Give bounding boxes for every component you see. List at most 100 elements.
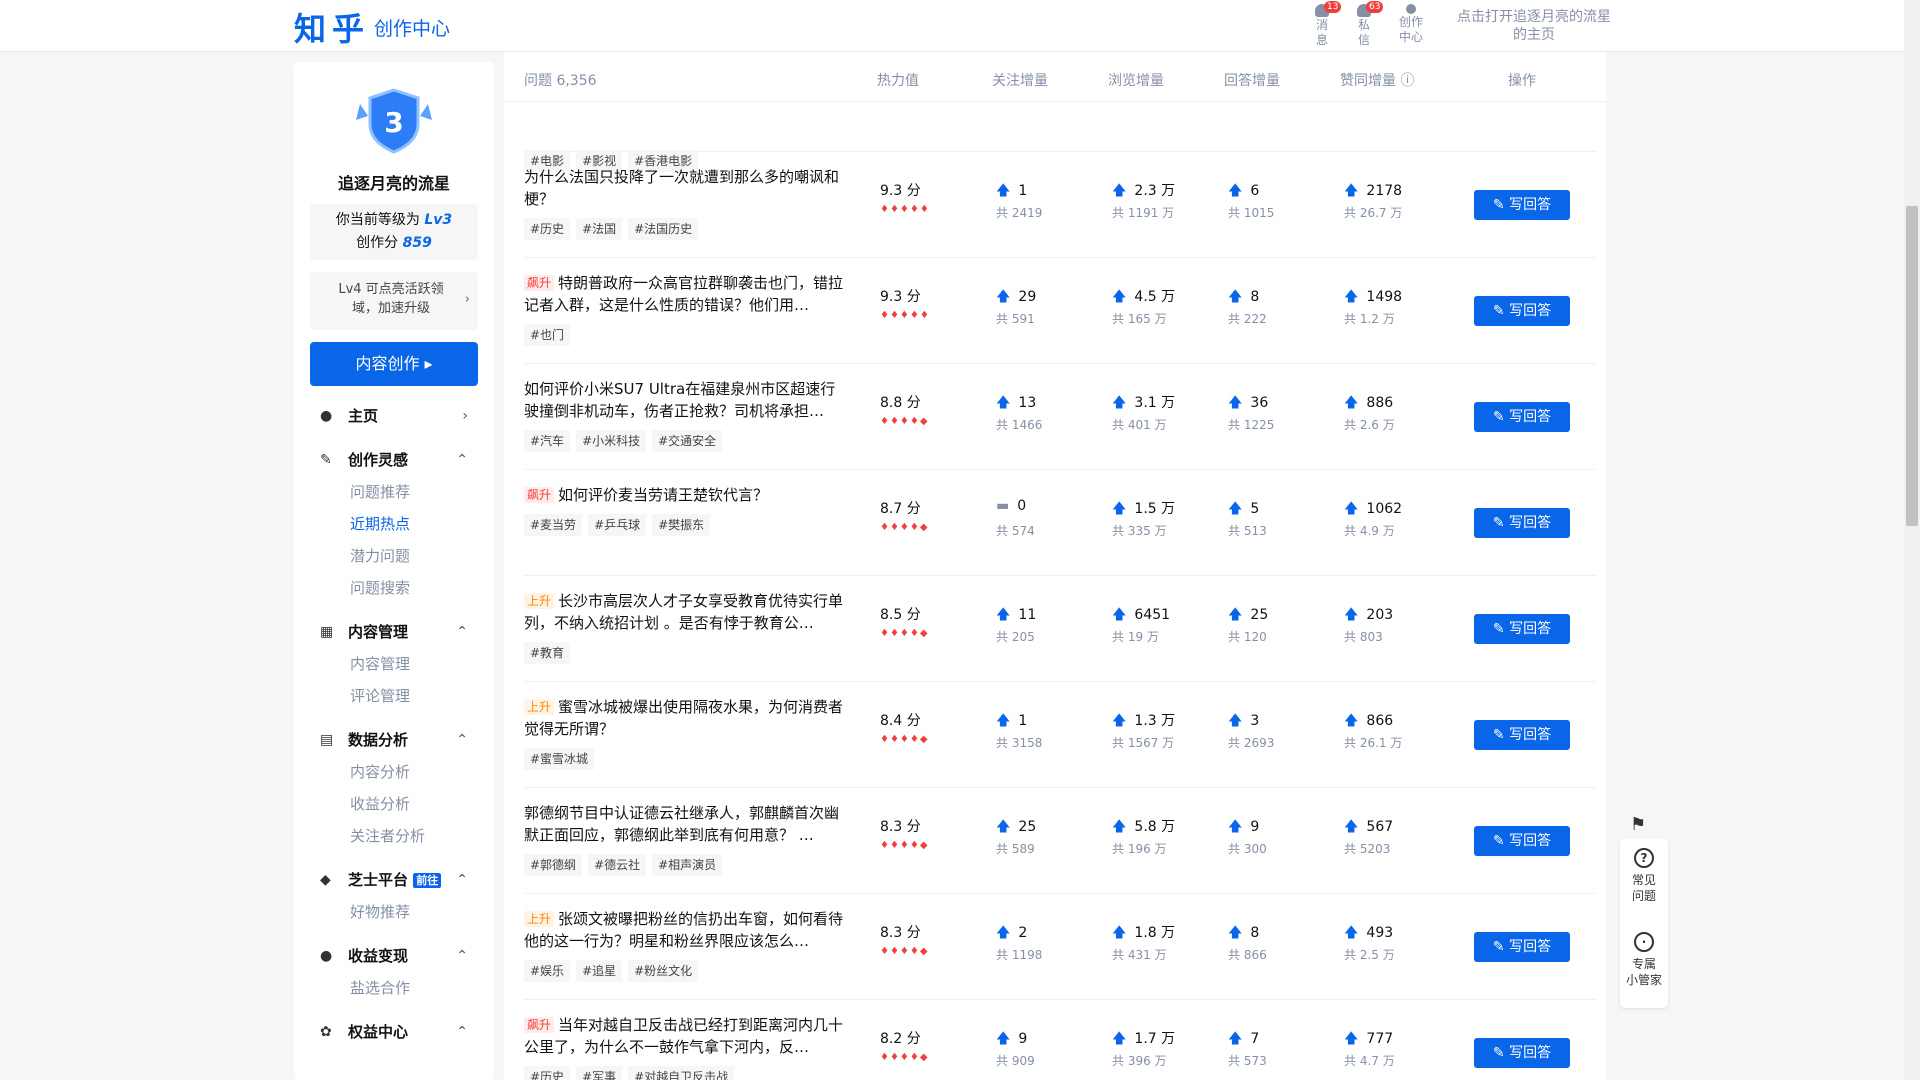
- nav-monetize-header[interactable]: ● 收益变现 ⌃: [310, 940, 478, 972]
- nav-home-label: 主页: [348, 407, 379, 425]
- nav-item-content-analysis[interactable]: 内容分析: [310, 756, 478, 788]
- answer-total: 共 2693: [1228, 736, 1275, 750]
- creator-center-title[interactable]: 创作中心: [374, 14, 450, 41]
- nav-item-recent-hot[interactable]: 近期热点: [310, 508, 478, 540]
- answer-increment-value: 25: [1250, 607, 1269, 623]
- nav-item-potential-questions[interactable]: 潜力问题: [310, 540, 478, 572]
- question-title[interactable]: 郭德纲节目中认证德云社继承人，郭麒麟首次幽默正面回应，郭德纲此举到底有何用意？ …: [524, 802, 846, 846]
- follow-total: 共 1198: [996, 948, 1043, 962]
- nav-item-comment-manage[interactable]: 评论管理: [310, 680, 478, 712]
- messages-button[interactable]: 13 消 息: [1307, 1, 1342, 48]
- nav-cheese-label: 芝士平台: [348, 871, 409, 889]
- topic-tag[interactable]: #汽车: [524, 430, 571, 452]
- topic-tag[interactable]: #相声演员: [652, 854, 723, 876]
- top-bar: 知乎 创作中心 13 消 息 63 私 信 创作 中心 点击打开追逐月亮的流星的…: [0, 0, 1920, 52]
- level-number: 3: [384, 106, 403, 139]
- topic-tag[interactable]: #也门: [524, 324, 571, 346]
- zhihu-logo[interactable]: 知乎: [294, 4, 370, 50]
- view-increment: 🡅 4.5 万: [1112, 286, 1175, 310]
- nav-item-goods-recommend[interactable]: 好物推荐: [310, 896, 478, 928]
- header-question: 问题 6,356: [524, 73, 597, 89]
- answer-increment-value: 5: [1250, 501, 1260, 517]
- arrow-up-icon: 🡅: [1228, 819, 1243, 835]
- topic-tag[interactable]: #粉丝文化: [628, 960, 699, 982]
- level-hint-card[interactable]: Lv4 可点亮活跃领域，加速升级 ›: [310, 272, 478, 330]
- feedback-flag-icon[interactable]: ⚑: [1630, 814, 1646, 835]
- write-answer-button[interactable]: ✎ 写回答: [1474, 826, 1570, 856]
- nav-section-rights: ✿ 权益中心 ⌃: [310, 1016, 478, 1048]
- topic-tag[interactable]: #郭德纲: [524, 854, 583, 876]
- write-answer-button[interactable]: ✎ 写回答: [1474, 932, 1570, 962]
- view-increment-value: 1.8 万: [1134, 925, 1176, 941]
- nav-content-header[interactable]: ▦ 内容管理 ⌃: [310, 616, 478, 648]
- scrollbar-thumb[interactable]: [1906, 206, 1918, 526]
- nav-item-question-search[interactable]: 问题搜索: [310, 572, 478, 604]
- vote-increment: 🡅 1062: [1344, 498, 1402, 522]
- level-hint-text: Lv4 可点亮活跃领域，加速升级: [338, 282, 444, 316]
- nav-cheese-header[interactable]: ◆ 芝士平台 前往 ⌃: [310, 864, 478, 896]
- arrow-up-icon: 🡅: [1344, 289, 1359, 305]
- question-title[interactable]: 上升 蜜雪冰城被爆出使用隔夜水果，为何消费者觉得无所谓？: [524, 696, 846, 740]
- question-title[interactable]: 如何评价小米SU7 Ultra在福建泉州市区超速行驶撞倒非机动车，伤者正抢救？司…: [524, 378, 846, 422]
- write-answer-button[interactable]: ✎ 写回答: [1474, 296, 1570, 326]
- topic-tag[interactable]: #法国: [576, 218, 623, 240]
- question-title[interactable]: 飙升 如何评价麦当劳请王楚钦代言？: [524, 484, 846, 506]
- vote-total: 共 1.2 万: [1344, 312, 1395, 326]
- private-messages-button[interactable]: 63 私 信: [1349, 1, 1384, 48]
- nav-item-salt-cooperation[interactable]: 盐选合作: [310, 972, 478, 1004]
- topic-tag[interactable]: #历史: [524, 1066, 571, 1080]
- nav-item-follower-analysis[interactable]: 关注者分析: [310, 820, 478, 852]
- avatar-alt-text: 点击打开追逐月亮的流星的主页: [1457, 9, 1611, 43]
- butler-button[interactable]: · 专属 小管家: [1620, 922, 1668, 1006]
- nav-rights-header[interactable]: ✿ 权益中心 ⌃: [310, 1016, 478, 1048]
- topic-tag[interactable]: #德云社: [588, 854, 647, 876]
- write-answer-button[interactable]: ✎ 写回答: [1474, 402, 1570, 432]
- topic-tag[interactable]: #小米科技: [576, 430, 647, 452]
- question-title[interactable]: 上升 长沙市高层次人才子女享受教育优待实行单列，不纳入统招计划 。是否有悖于教育公…: [524, 590, 846, 634]
- trend-badge: 上升: [524, 593, 555, 609]
- avatar[interactable]: 点击打开追逐月亮的流星的主页: [1454, 8, 1614, 44]
- nav-item-question-recommend[interactable]: 问题推荐: [310, 476, 478, 508]
- topic-tag[interactable]: #追星: [576, 960, 623, 982]
- topic-tag[interactable]: #乒乓球: [588, 514, 647, 536]
- write-answer-button[interactable]: ✎ 写回答: [1474, 190, 1570, 220]
- question-title[interactable]: 上升 张颂文被曝把粉丝的信扔出车窗，如何看待他的这一行为？明星和粉丝界限应该怎么…: [524, 908, 846, 952]
- topic-tag[interactable]: #历史: [524, 218, 571, 240]
- header-vote[interactable]: 赞同增量 ⓘ: [1340, 70, 1414, 90]
- topic-tag[interactable]: #蜜雪冰城: [524, 748, 595, 770]
- header-answer[interactable]: 回答增量: [1224, 70, 1280, 90]
- write-answer-label: 写回答: [1509, 621, 1552, 637]
- follow-increment: 🡅 1: [996, 180, 1027, 204]
- topic-tag[interactable]: #法国历史: [628, 218, 699, 240]
- follow-total: 共 591: [996, 312, 1035, 326]
- nav-item-income-analysis[interactable]: 收益分析: [310, 788, 478, 820]
- topic-tag[interactable]: #对越自卫反击战: [628, 1066, 735, 1080]
- faq-button[interactable]: ? 常见 问题: [1620, 838, 1668, 922]
- header-heat[interactable]: 热力值: [877, 70, 919, 90]
- nav-inspiration-header[interactable]: ✎ 创作灵感 ⌃: [310, 444, 478, 476]
- write-answer-button[interactable]: ✎ 写回答: [1474, 508, 1570, 538]
- content-create-button[interactable]: 内容创作 ▸: [310, 342, 478, 386]
- topic-tag[interactable]: #麦当劳: [524, 514, 583, 536]
- topic-tag[interactable]: #交通安全: [652, 430, 723, 452]
- question-title[interactable]: 飙升 特朗普政府一众高官拉群聊袭击也门，错拉记者入群，这是什么性质的错误？他们用…: [524, 272, 846, 316]
- topic-tag[interactable]: #樊振东: [652, 514, 711, 536]
- nav-analytics-header[interactable]: ▤ 数据分析 ⌃: [310, 724, 478, 756]
- follow-increment: 🡅 13: [996, 392, 1036, 416]
- creator-center-button[interactable]: 创作 中心: [1396, 4, 1426, 45]
- nav-section-home[interactable]: ● 主页 ›: [310, 400, 478, 432]
- write-answer-button[interactable]: ✎ 写回答: [1474, 1038, 1570, 1068]
- header-follow[interactable]: 关注增量: [992, 70, 1048, 90]
- level-info: 你当前等级为 Lv3 创作分 859: [310, 204, 478, 260]
- question-title[interactable]: 飙升 当年对越自卫反击战已经打到距离河内几十公里了，为什么不一鼓作气拿下河内，反…: [524, 1014, 846, 1058]
- topic-tag[interactable]: #军事: [576, 1066, 623, 1080]
- nav-item-content-manage[interactable]: 内容管理: [310, 648, 478, 680]
- scrollbar-track[interactable]: [1904, 0, 1920, 1080]
- hot-questions-table: 问题 6,356 热力值 关注增量 浏览增量 回答增量 赞同增量 ⓘ 操作 #电…: [504, 52, 1606, 1080]
- topic-tag[interactable]: #教育: [524, 642, 571, 664]
- write-answer-button[interactable]: ✎ 写回答: [1474, 720, 1570, 750]
- topic-tag[interactable]: #娱乐: [524, 960, 571, 982]
- header-view[interactable]: 浏览增量: [1108, 70, 1164, 90]
- question-title[interactable]: 为什么法国只投降了一次就遭到那么多的嘲讽和梗？: [524, 166, 846, 210]
- write-answer-button[interactable]: ✎ 写回答: [1474, 614, 1570, 644]
